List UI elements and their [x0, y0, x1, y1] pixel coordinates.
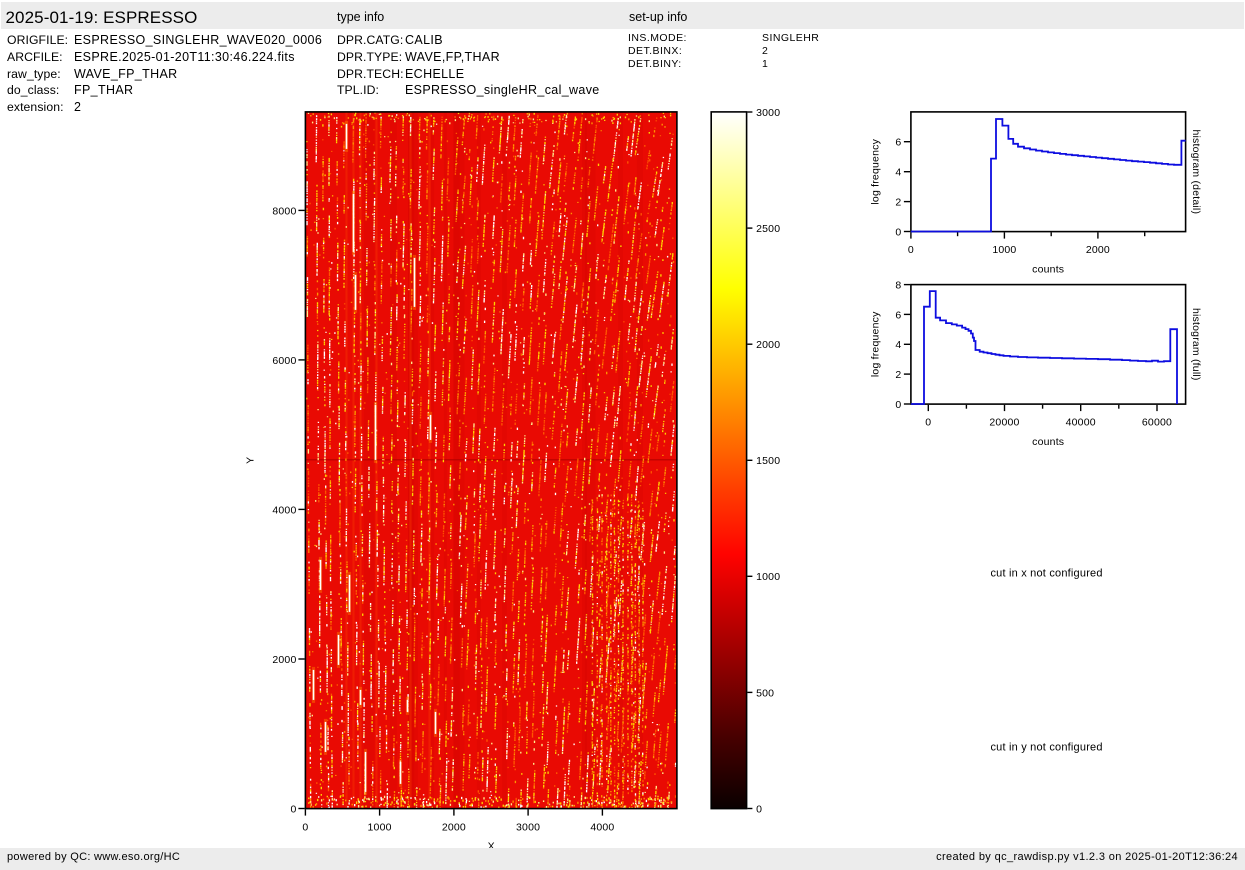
svg-text:2500: 2500 [756, 223, 780, 235]
svg-text:2000: 2000 [756, 339, 780, 351]
svg-text:0: 0 [895, 226, 901, 238]
svg-text:histogram (full): histogram (full) [1190, 308, 1202, 381]
svg-text:60000: 60000 [1142, 417, 1172, 429]
svg-text:3000: 3000 [516, 822, 540, 834]
svg-text:0: 0 [756, 803, 762, 815]
svg-text:4: 4 [895, 339, 901, 351]
svg-text:0: 0 [302, 822, 308, 834]
svg-text:2000: 2000 [272, 654, 296, 666]
svg-text:1000: 1000 [756, 571, 780, 583]
svg-text:Y: Y [245, 457, 257, 464]
svg-text:2: 2 [895, 369, 901, 381]
svg-text:0: 0 [908, 244, 914, 256]
svg-text:20000: 20000 [989, 417, 1019, 429]
svg-text:1000: 1000 [992, 244, 1016, 256]
svg-text:counts: counts [1032, 436, 1064, 448]
svg-text:1000: 1000 [368, 822, 392, 834]
svg-text:6: 6 [895, 309, 901, 321]
svg-text:6000: 6000 [272, 355, 296, 367]
svg-text:8000: 8000 [272, 205, 296, 217]
svg-text:cut in y not configured: cut in y not configured [990, 742, 1102, 754]
svg-text:4: 4 [895, 167, 901, 179]
svg-text:3000: 3000 [756, 107, 780, 119]
svg-text:1500: 1500 [756, 455, 780, 467]
svg-text:log frequency: log frequency [870, 311, 882, 377]
svg-text:6: 6 [895, 137, 901, 149]
svg-text:0: 0 [895, 399, 901, 411]
svg-text:500: 500 [756, 687, 774, 699]
svg-text:2000: 2000 [442, 822, 466, 834]
svg-text:2: 2 [895, 197, 901, 209]
svg-text:2000: 2000 [1086, 244, 1110, 256]
svg-text:log frequency: log frequency [870, 138, 882, 204]
svg-text:8: 8 [895, 280, 901, 292]
svg-text:0: 0 [925, 417, 931, 429]
svg-text:4000: 4000 [272, 504, 296, 516]
svg-text:40000: 40000 [1066, 417, 1096, 429]
svg-text:histogram (detail): histogram (detail) [1190, 129, 1202, 214]
svg-text:counts: counts [1032, 264, 1064, 276]
svg-text:4000: 4000 [590, 822, 614, 834]
svg-text:cut in x not configured: cut in x not configured [990, 568, 1102, 580]
svg-text:0: 0 [290, 803, 296, 815]
